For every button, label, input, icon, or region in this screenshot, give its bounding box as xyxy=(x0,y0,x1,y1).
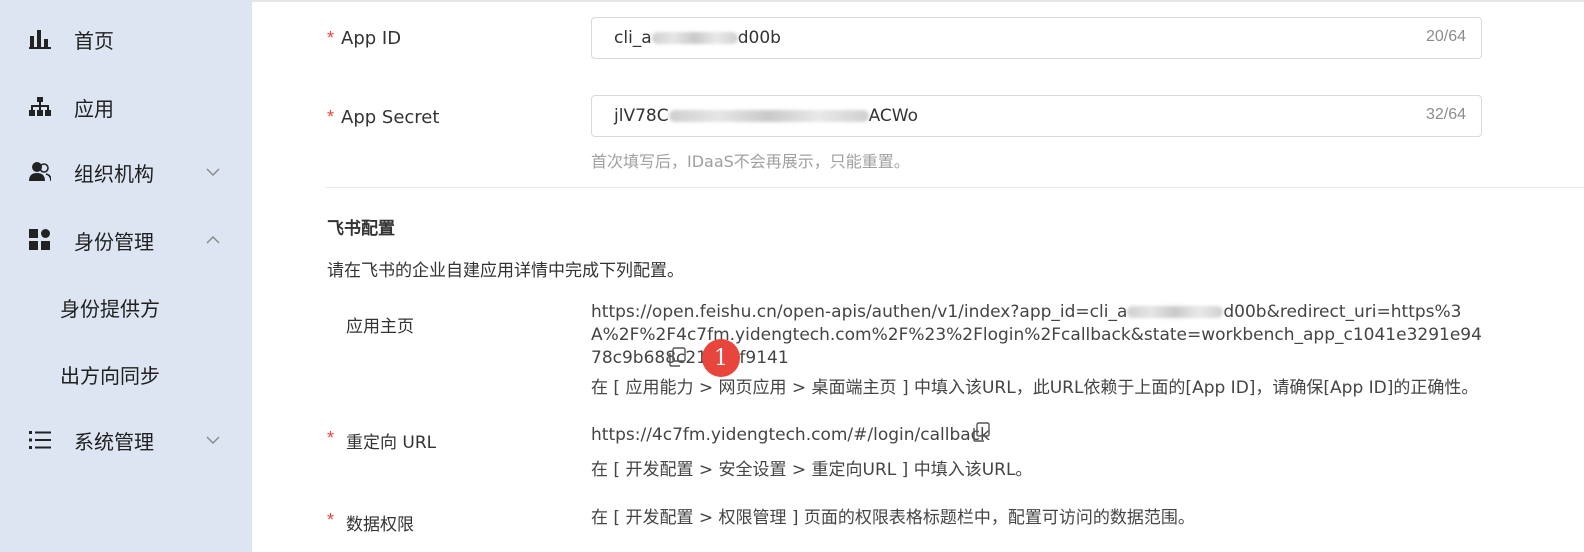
sidebar-item-label: 组织机构 xyxy=(74,161,154,186)
sidebar: 首页 应用 组织机构 身份管理 身份提供方 出方向同步 系统管理 xyxy=(0,0,252,552)
sidebar-item-organization[interactable]: 组织机构 xyxy=(0,150,252,194)
sitemap-icon xyxy=(29,96,51,118)
required-mark: * xyxy=(327,428,335,448)
sidebar-item-label: 出方向同步 xyxy=(60,363,160,388)
app-secret-label: App Secret xyxy=(341,107,440,128)
sidebar-item-system[interactable]: 系统管理 xyxy=(0,418,252,462)
sidebar-item-label: 应用 xyxy=(74,96,114,121)
masked-segment xyxy=(668,110,869,122)
sidebar-item-identity-providers[interactable]: 身份提供方 xyxy=(0,285,252,329)
top-divider xyxy=(252,0,1584,2)
step-badge: 1 xyxy=(702,339,740,377)
sidebar-item-label: 首页 xyxy=(74,28,114,53)
chevron-up-icon[interactable] xyxy=(204,231,222,249)
app-id-label: App ID xyxy=(341,28,402,49)
char-counter: 20/64 xyxy=(1425,28,1466,45)
required-mark: * xyxy=(327,28,335,48)
data-permission-note: 在 [ 开发配置 > 权限管理 ] 页面的权限表格标题栏中，配置可访问的数据范围… xyxy=(591,508,1195,528)
copy-icon[interactable] xyxy=(971,422,991,442)
chevron-down-icon[interactable] xyxy=(204,163,222,181)
redirect-url-label: 重定向 URL xyxy=(346,433,437,453)
list-icon xyxy=(29,429,51,451)
section-title: 飞书配置 xyxy=(327,219,395,239)
required-mark: * xyxy=(327,107,335,127)
masked-segment xyxy=(651,32,738,44)
masked-segment xyxy=(1127,306,1224,318)
app-id-input[interactable]: cli_a d00b 20/64 xyxy=(591,17,1482,59)
app-secret-hint: 首次填写后，IDaaS不会再展示，只能重置。 xyxy=(591,152,910,171)
redirect-url-value: https://4c7fm.yidengtech.com/#/login/cal… xyxy=(591,425,990,445)
redirect-url-note: 在 [ 开发配置 > 安全设置 > 重定向URL ] 中填入该URL。 xyxy=(591,460,1033,480)
app-secret-input[interactable]: jlV78C ACWo 32/64 xyxy=(591,95,1482,137)
sidebar-item-apps[interactable]: 应用 xyxy=(0,85,252,129)
data-permission-label: 数据权限 xyxy=(346,515,414,535)
required-mark: * xyxy=(327,510,335,530)
chevron-down-icon[interactable] xyxy=(204,431,222,449)
grid-icon xyxy=(29,229,51,251)
users-icon xyxy=(29,161,51,183)
app-id-value: cli_a d00b xyxy=(614,28,781,48)
sidebar-item-label: 身份提供方 xyxy=(60,296,160,321)
sidebar-item-label: 身份管理 xyxy=(74,229,154,254)
sidebar-item-home[interactable]: 首页 xyxy=(0,17,252,61)
copy-icon[interactable] xyxy=(667,347,687,367)
sidebar-item-identity[interactable]: 身份管理 xyxy=(0,218,252,262)
section-divider xyxy=(326,187,1584,188)
sidebar-item-outbound-sync[interactable]: 出方向同步 xyxy=(0,352,252,396)
app-secret-value: jlV78C ACWo xyxy=(614,106,918,126)
char-counter: 32/64 xyxy=(1425,106,1466,123)
bar-chart-icon xyxy=(29,28,51,50)
homepage-label: 应用主页 xyxy=(346,317,414,337)
section-description: 请在飞书的企业自建应用详情中完成下列配置。 xyxy=(327,261,684,281)
homepage-note: 在 [ 应用能力 > 网页应用 > 桌面端主页 ] 中填入该URL，此URL依赖… xyxy=(591,378,1479,398)
sidebar-item-label: 系统管理 xyxy=(74,429,154,454)
